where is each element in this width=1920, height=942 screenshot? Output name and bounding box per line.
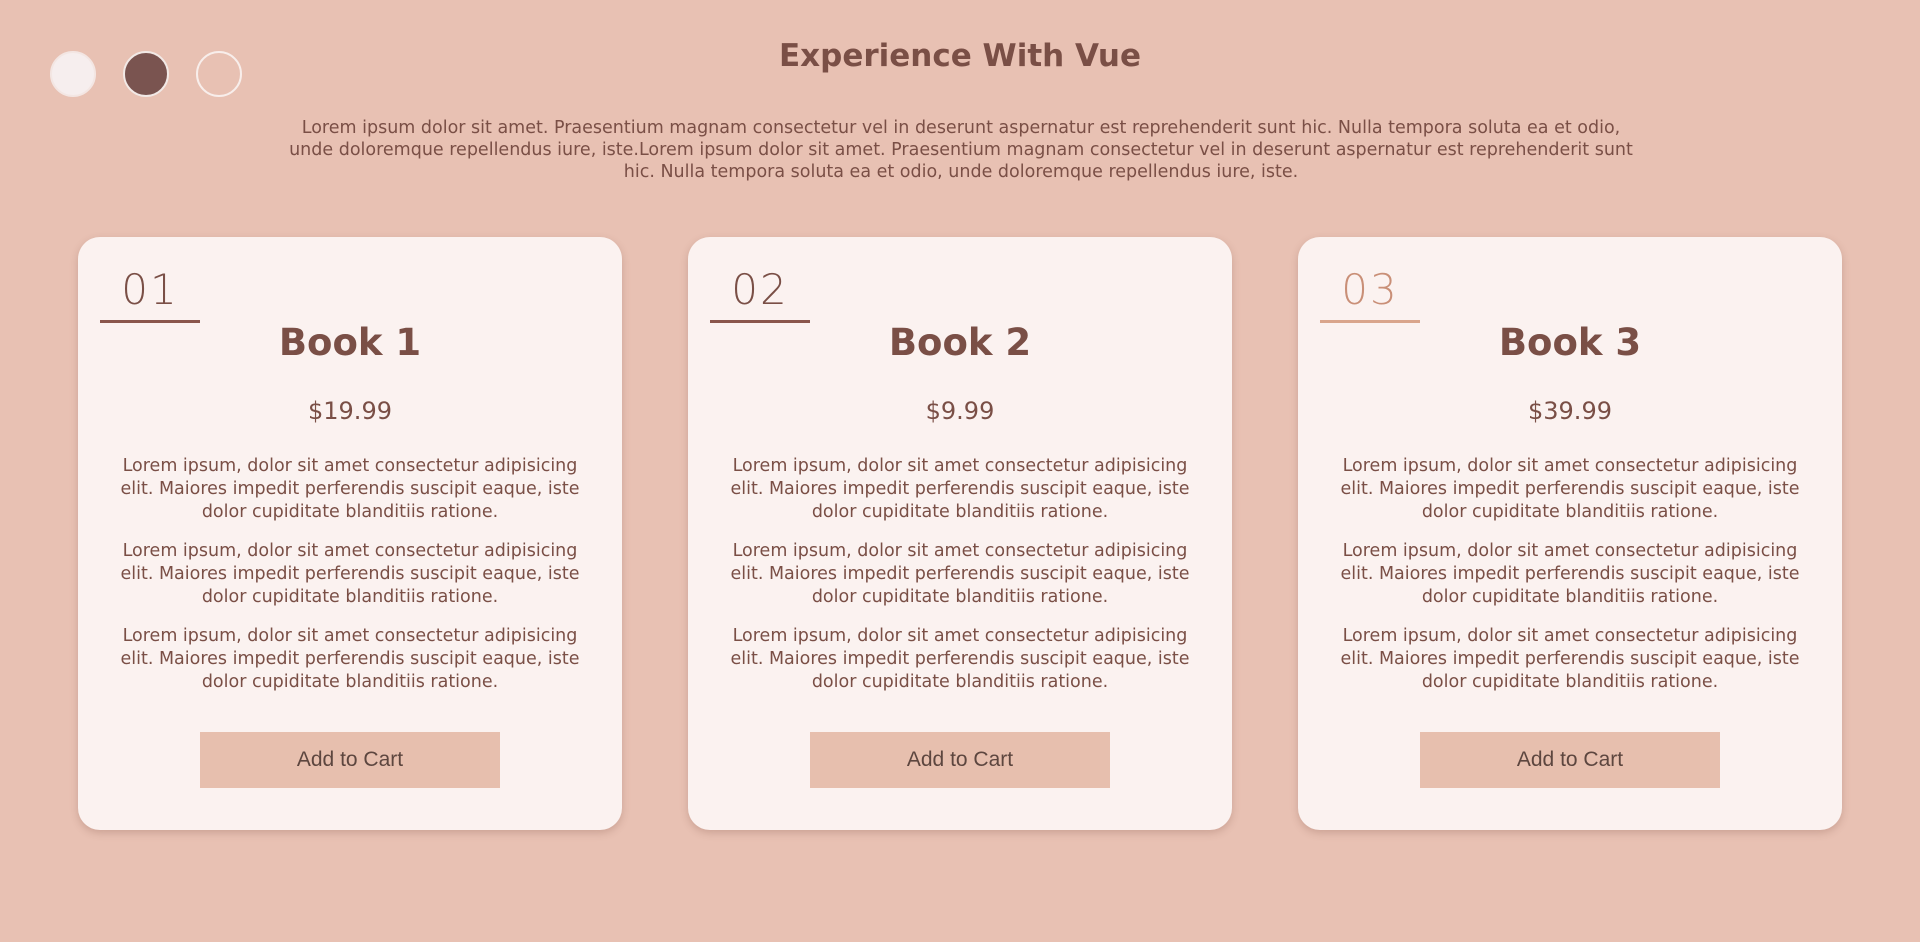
- card-paragraph: Lorem ipsum, dolor sit amet consectetur …: [730, 626, 1190, 692]
- product-card: 02 Book 2 $9.99 Lorem ipsum, dolor sit a…: [688, 237, 1232, 830]
- card-number: 03: [1320, 265, 1420, 323]
- intro-text: Lorem ipsum dolor sit amet. Praesentium …: [289, 118, 1633, 182]
- card-title: Book 2: [888, 321, 1032, 364]
- card-price: $19.99: [308, 397, 392, 425]
- card-description: Lorem ipsum, dolor sit amet consectetur …: [104, 455, 596, 710]
- card-number: 01: [100, 265, 200, 323]
- card-paragraph: Lorem ipsum, dolor sit amet consectetur …: [1340, 626, 1800, 692]
- add-to-cart-button[interactable]: Add to Cart: [1420, 732, 1720, 788]
- card-paragraph: Lorem ipsum, dolor sit amet consectetur …: [120, 456, 580, 522]
- add-to-cart-button[interactable]: Add to Cart: [810, 732, 1110, 788]
- card-description: Lorem ipsum, dolor sit amet consectetur …: [714, 455, 1206, 710]
- card-title: Book 3: [1498, 321, 1642, 364]
- add-to-cart-button[interactable]: Add to Cart: [200, 732, 500, 788]
- card-price: $9.99: [925, 397, 995, 425]
- card-description: Lorem ipsum, dolor sit amet consectetur …: [1324, 455, 1816, 710]
- product-card: 01 Book 1 $19.99 Lorem ipsum, dolor sit …: [78, 237, 622, 830]
- product-card: 03 Book 3 $39.99 Lorem ipsum, dolor sit …: [1298, 237, 1842, 830]
- card-paragraph: Lorem ipsum, dolor sit amet consectetur …: [730, 456, 1190, 522]
- card-price: $39.99: [1528, 397, 1612, 425]
- card-title: Book 1: [278, 321, 422, 364]
- card-paragraph: Lorem ipsum, dolor sit amet consectetur …: [120, 541, 580, 607]
- card-paragraph: Lorem ipsum, dolor sit amet consectetur …: [1340, 541, 1800, 607]
- card-number: 02: [710, 265, 810, 323]
- page-title: Experience With Vue: [778, 38, 1142, 74]
- product-cards: 01 Book 1 $19.99 Lorem ipsum, dolor sit …: [78, 237, 1842, 830]
- card-paragraph: Lorem ipsum, dolor sit amet consectetur …: [1340, 456, 1800, 522]
- card-paragraph: Lorem ipsum, dolor sit amet consectetur …: [730, 541, 1190, 607]
- card-paragraph: Lorem ipsum, dolor sit amet consectetur …: [120, 626, 580, 692]
